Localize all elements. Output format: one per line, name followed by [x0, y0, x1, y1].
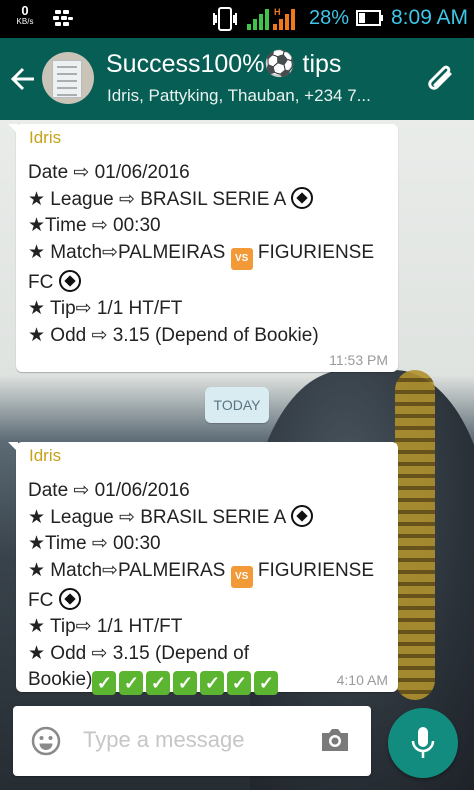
message-line: ★Time ⇨ 00:30 [28, 533, 161, 554]
message-line: ★ Tip⇨ 1/1 HT/FT [28, 298, 183, 319]
message-line: ★ Tip⇨ 1/1 HT/FT [28, 616, 183, 637]
message-line: ★ Odd ⇨ 3.15 (Depend of [28, 642, 249, 664]
date-divider: TODAY [205, 387, 269, 423]
checkmark-icon: ✓ [146, 671, 171, 695]
network-speed: 0 KB/s [8, 4, 42, 26]
message-line: ★Time ⇨ 00:30 [28, 215, 161, 236]
message-text: Date ⇨ 01/06/2016 ★ League ⇨ BRASIL SERI… [28, 478, 374, 695]
checkmark-icon: ✓ [92, 671, 117, 695]
soccer-ball-icon [290, 504, 313, 527]
soccer-ball-icon [58, 587, 81, 610]
camera-icon[interactable] [319, 726, 351, 754]
wallpaper-chain [395, 370, 435, 700]
message-text: Date ⇨ 01/06/2016 ★ League ⇨ BRASIL SERI… [28, 160, 374, 349]
signal-sim1-icon [247, 9, 269, 30]
chat-header: Success100%⚽ tips Idris, Pattyking, Thau… [0, 38, 474, 120]
message-time: 4:10 AM [336, 672, 388, 688]
message-line: FIGURIENSE [257, 559, 375, 581]
network-speed-value: 0 [21, 3, 29, 18]
signal-sim2-icon: H [273, 7, 295, 30]
network-speed-unit: KB/s [16, 17, 34, 26]
microphone-icon [411, 727, 435, 758]
group-members[interactable]: Idris, Pattyking, Thauban, +234 7... [107, 86, 407, 106]
back-arrow-icon[interactable] [8, 64, 38, 94]
network-type-label: H [274, 7, 281, 17]
message-line: FIGURIENSE [257, 241, 375, 263]
message-line: ★ League ⇨ BRASIL SERIE A [28, 188, 286, 210]
vs-icon: VS [230, 247, 253, 270]
message-composer[interactable]: Type a message [13, 706, 371, 776]
message-line: FC [28, 589, 54, 611]
message-bubble[interactable]: Idris Date ⇨ 01/06/2016 ★ League ⇨ BRASI… [8, 124, 398, 372]
mic-button[interactable] [388, 708, 458, 778]
checkmark-icon: ✓ [119, 671, 144, 695]
message-time: 11:53 PM [329, 352, 388, 368]
battery-percent: 28% [309, 7, 350, 29]
checkmark-icon: ✓ [173, 671, 198, 695]
message-line: FC [28, 271, 54, 293]
clock: 8:09 AM [391, 6, 469, 29]
vs-icon: VS [230, 565, 253, 588]
paperclip-icon[interactable] [424, 64, 458, 98]
vibrate-icon [213, 7, 237, 31]
message-bubble[interactable]: Idris Date ⇨ 01/06/2016 ★ League ⇨ BRASI… [8, 442, 398, 695]
chat-area[interactable]: Idris Date ⇨ 01/06/2016 ★ League ⇨ BRASI… [0, 120, 474, 790]
message-line: ★ League ⇨ BRASIL SERIE A [28, 506, 286, 528]
checkmark-icon: ✓ [227, 671, 252, 695]
message-line: Date ⇨ 01/06/2016 [28, 162, 190, 183]
message-line: Bookie) [28, 669, 93, 690]
message-line: Date ⇨ 01/06/2016 [28, 480, 190, 501]
checkmark-icon: ✓ [254, 671, 279, 695]
message-line: ★ Match⇨PALMEIRAS [28, 559, 226, 581]
message-sender: Idris [29, 128, 62, 147]
message-sender: Idris [29, 446, 62, 465]
soccer-ball-icon [290, 186, 313, 209]
status-bar: 0 KB/s H 28% 8:09 AM [0, 0, 474, 38]
soccer-ball-icon [58, 269, 81, 292]
message-line: ★ Odd ⇨ 3.15 (Depend of Bookie) [28, 324, 319, 346]
emoji-icon[interactable] [31, 726, 61, 756]
group-avatar[interactable] [42, 52, 94, 104]
checkmark-row: ✓ ✓ ✓ ✓ ✓ ✓ ✓ [92, 671, 279, 695]
checkmark-icon: ✓ [200, 671, 225, 695]
bbm-icon [53, 10, 73, 26]
message-input[interactable]: Type a message [83, 727, 244, 753]
battery-icon [356, 10, 383, 26]
group-name[interactable]: Success100%⚽ tips [106, 50, 341, 79]
message-line: ★ Match⇨PALMEIRAS [28, 241, 226, 263]
